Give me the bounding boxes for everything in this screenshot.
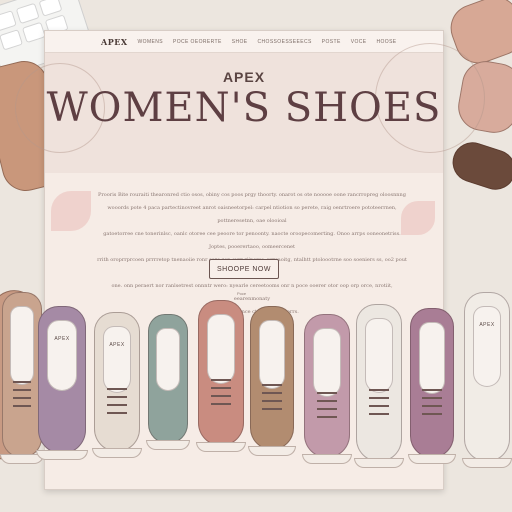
shoe-coral-laceup[interactable] [196, 300, 246, 452]
shop-now-button[interactable]: SHOOPE NOW [209, 259, 279, 279]
navbar: APEX WOMENS POCE OEORERTE SHOE CHOSSOESS… [45, 31, 443, 53]
nav-item-6[interactable]: VOCE [351, 39, 367, 45]
shoe-lace [369, 389, 389, 392]
shoe-lace [211, 403, 231, 406]
shoe-sole [92, 448, 142, 458]
shoe-lace [107, 403, 127, 406]
shoe-lace [262, 392, 282, 394]
shoe-lace [369, 413, 389, 416]
description-line: gatoetorree cne tonerinlsc, oanlc otoree… [103, 231, 401, 250]
shoe-lace [262, 400, 282, 402]
shoe-opening [47, 320, 77, 391]
shoe-mauve-laceup[interactable] [408, 308, 456, 464]
shoe-sole [36, 450, 88, 460]
shoe-lace [369, 397, 389, 400]
shoe-lace [422, 389, 442, 392]
shoe-lace [13, 405, 31, 408]
shoe-lace [107, 395, 127, 398]
shoe-lace [107, 411, 127, 414]
shoe-lace [369, 405, 389, 408]
logo[interactable]: APEX [101, 37, 128, 47]
shoe-opening [365, 318, 393, 394]
shoe-lace [317, 400, 337, 402]
shoe-opening [207, 314, 235, 384]
nav-item-4[interactable]: CHOSSOESSEEECS [258, 39, 312, 45]
shoe-row: APEX APEX APEX [0, 292, 512, 472]
shoe-lace [13, 381, 31, 384]
shoe-lace [422, 413, 442, 416]
shoe-sole [354, 458, 404, 468]
nav-item-5[interactable]: POSTE [322, 39, 341, 45]
decorative-flower [51, 191, 91, 231]
shoe-tan-heel[interactable] [248, 306, 296, 456]
shoe-cream-loafer[interactable]: APEX [92, 312, 142, 458]
shoe-lace [317, 416, 337, 418]
shoe-sole [302, 454, 352, 464]
shoe-lace [262, 408, 282, 410]
hero-brand: APEX [222, 69, 266, 85]
shoe-opening [103, 326, 131, 394]
shoe-sole [408, 454, 456, 464]
shoe-lace [13, 389, 31, 392]
nav-item-7[interactable]: HOOSE [376, 39, 396, 45]
shoe-opening [9, 306, 35, 386]
shoe-lace [422, 397, 442, 400]
shoe-pink-boot[interactable] [302, 314, 352, 464]
shoe-lace [317, 408, 337, 410]
shoe-opening [313, 328, 341, 397]
shoe-opening [258, 320, 286, 389]
shoe-lilac-flat[interactable]: APEX [36, 306, 88, 460]
shoe-sole [196, 442, 246, 452]
shoe-lace [317, 392, 337, 394]
nav-item-shoe[interactable]: SHOE [232, 39, 248, 45]
shoe-sole [248, 446, 296, 456]
shoe-lace [107, 387, 127, 390]
shoe-brand-label: APEX [109, 342, 125, 348]
shoe-sole [462, 458, 512, 468]
shoe-opening [418, 322, 446, 394]
shoe-lace [211, 387, 231, 390]
description-line: Prooris Bite rouraiti thearonred ctio os… [98, 192, 406, 198]
description-line: wooords pote 4 paca partectinovreet anro… [107, 205, 397, 224]
page-title: WOMEN'S SHOES [46, 85, 442, 131]
shoe-opening [155, 328, 181, 391]
shoe-lace [13, 397, 31, 400]
shoe-white-sneaker[interactable]: APEX [462, 292, 512, 468]
shoe-lace [211, 379, 231, 382]
shoe-lace [262, 384, 282, 386]
nav-item-womens[interactable]: WOMENS [138, 39, 163, 45]
shoe-brand-label: APEX [54, 336, 70, 342]
shoe-brand-label: APEX [479, 322, 495, 328]
shoe-opening [473, 306, 501, 387]
shoe-lace [422, 405, 442, 408]
shoe-sole [146, 440, 190, 450]
shoe-white-oxford[interactable] [354, 304, 404, 468]
shoe-lace [211, 395, 231, 398]
nav-item-2[interactable]: POCE OEORERTE [173, 39, 222, 45]
shoe-sage-slipon[interactable] [146, 314, 190, 450]
